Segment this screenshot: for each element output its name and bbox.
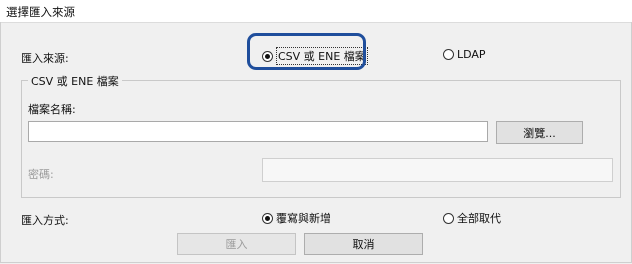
radio-method-overwrite-add[interactable]: 覆寫與新增	[262, 210, 331, 226]
file-group-title: CSV 或 ENE 檔案	[28, 73, 122, 89]
radio-source-ldap-label: LDAP	[457, 48, 486, 61]
radio-method-overwrite-add-label: 覆寫與新增	[276, 212, 331, 225]
title-bar: 選擇匯入來源	[0, 0, 632, 23]
filename-label: 檔案名稱:	[28, 103, 76, 116]
browse-button[interactable]: 瀏覽...	[496, 121, 583, 144]
radio-method-replace-all[interactable]: 全部取代	[443, 210, 501, 226]
window-title: 選擇匯入來源	[6, 5, 75, 19]
import-method-label: 匯入方式:	[21, 214, 69, 227]
radio-method-replace-all-label: 全部取代	[457, 212, 501, 225]
cancel-button[interactable]: 取消	[304, 233, 423, 255]
cancel-button-label: 取消	[352, 238, 375, 251]
callout-highlight	[247, 33, 366, 70]
radio-unselected-icon	[443, 49, 454, 60]
import-source-label: 匯入來源:	[21, 52, 69, 65]
filename-input[interactable]	[28, 121, 488, 142]
radio-selected-icon	[262, 212, 273, 224]
browse-button-label: 瀏覽...	[523, 126, 556, 140]
import-button-label: 匯入	[225, 238, 248, 251]
radio-source-ldap[interactable]: LDAP	[443, 48, 486, 61]
import-button[interactable]: 匯入	[177, 233, 296, 255]
password-input[interactable]	[262, 158, 613, 182]
password-label: 密碼:	[28, 168, 54, 181]
radio-unselected-icon	[443, 212, 454, 224]
